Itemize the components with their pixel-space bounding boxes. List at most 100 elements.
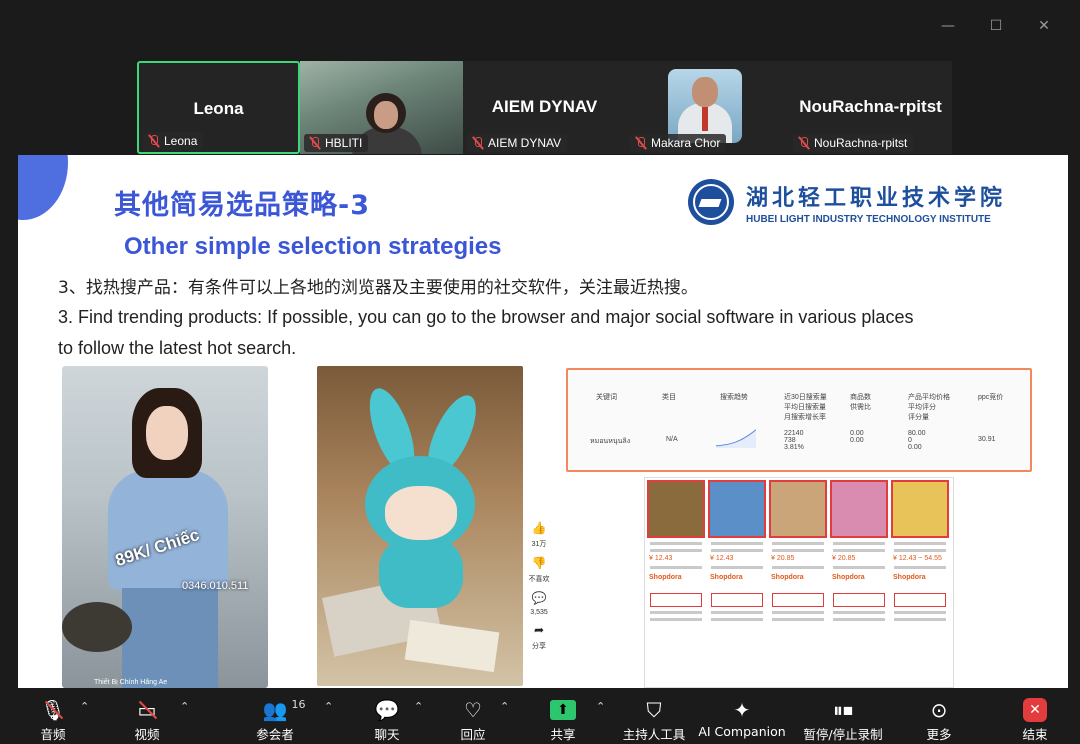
audio-options-caret[interactable]: ⌃ xyxy=(80,700,89,713)
video-person-face xyxy=(374,101,398,129)
dislike-label: 不喜欢 xyxy=(528,576,550,583)
pause-stop-icon: ⏸⏹ xyxy=(833,698,853,722)
participant-tile-makara[interactable]: Makara Chor xyxy=(626,61,789,154)
participants-count: 16 xyxy=(291,698,306,711)
product-card: ¥ 12.43 Shopdora xyxy=(708,480,766,687)
chat-options-caret[interactable]: ⌃ xyxy=(414,700,423,713)
participants-icon: 👥 16 xyxy=(262,698,306,722)
avatar xyxy=(668,69,742,143)
product-brand: Shopdora xyxy=(832,574,865,581)
record-label: 暂停/停止录制 xyxy=(803,727,883,742)
product-brand: Shopdora xyxy=(649,574,682,581)
participant-tile-nourachna[interactable]: NouRachna-rpitst NouRachna-rpitst xyxy=(789,61,952,154)
ai-companion-label: AI Companion xyxy=(698,724,786,739)
sparkle-icon: ✦ xyxy=(733,698,751,722)
participant-tile-hbliti[interactable]: HBLITI xyxy=(300,61,463,154)
participant-label: Makara Chor xyxy=(630,134,727,152)
participant-name: NouRachna-rpitst xyxy=(814,136,908,150)
mic-muted-icon xyxy=(471,136,484,150)
table-header: ppc竞价 xyxy=(978,394,1004,401)
participants-button[interactable]: 👥 16 参会者 xyxy=(252,688,306,744)
heart-icon: ♡ xyxy=(464,698,482,722)
slide-title-en: Other simple selection strategies xyxy=(124,233,502,260)
share-label: 共享 xyxy=(550,727,576,742)
end-meeting-icon: ✕ xyxy=(1023,698,1047,722)
minimize-button[interactable]: — xyxy=(924,14,972,38)
video-button[interactable]: ▭ 视频 xyxy=(124,688,170,744)
product-price: ¥ 12.43 xyxy=(710,555,734,562)
product-brand: Shopdora xyxy=(893,574,926,581)
participant-big-name: AIEM DYNAV xyxy=(491,97,598,116)
slide-title-cn: 其他简易选品策略-3 xyxy=(114,190,370,221)
chat-bubble-icon: 💬 xyxy=(374,698,400,722)
close-window-button[interactable]: ✕ xyxy=(1020,14,1068,38)
table-header: 关键词 xyxy=(596,394,617,401)
host-tools-button[interactable]: ⛉ 主持人工具 xyxy=(620,688,688,744)
record-button[interactable]: ⏸⏹ 暂停/停止录制 xyxy=(796,688,890,744)
phone-number-overlay: 0346.010.511 xyxy=(182,580,249,592)
participant-tile-leona[interactable]: Leona Leona xyxy=(137,61,300,154)
end-label: 结束 xyxy=(1022,727,1048,742)
react-label: 回应 xyxy=(460,727,486,742)
share-video-label: 分享 xyxy=(532,643,546,650)
logo-text-en: HUBEI LIGHT INDUSTRY TECHNOLOGY INSTITUT… xyxy=(746,213,991,225)
table-header: 近30日搜索量 平均日搜索量 月搜索增长率 xyxy=(784,394,827,421)
microphone-muted-icon: 🎙 xyxy=(40,696,65,724)
like-icon: 👍 xyxy=(531,521,547,535)
keyword-table-screenshot: 关键词 类目 搜索趋势 近30日搜索量 平均日搜索量 月搜索增长率 商品数 供需… xyxy=(566,368,1032,472)
trend-sparkline xyxy=(716,429,756,448)
table-cell: 80.00 0 0.00 xyxy=(908,430,926,451)
logo-text-cn: 湖北轻工职业技术学院 xyxy=(746,184,1007,211)
product-card: ¥ 20.85 Shopdora xyxy=(769,480,827,687)
product-listing-screenshot: ¥ 12.43 Shopdora ¥ 12.43 Shopdora ¥ 20.8… xyxy=(644,477,954,688)
participant-name: HBLITI xyxy=(325,136,363,150)
mic-muted-icon xyxy=(797,136,810,150)
slide-photo-woman-cooking: 89K/ Chiếc 0346.010.511 Thiết Bị Chính H… xyxy=(62,366,268,688)
product-brand: Shopdora xyxy=(710,574,743,581)
participant-label: NouRachna-rpitst xyxy=(793,134,914,152)
participants-label: 参会者 xyxy=(256,727,294,742)
table-header: 商品数 供需比 xyxy=(850,394,871,411)
slide-body-cn: 3、找热搜产品：有条件可以上各地的浏览器及主要使用的社交软件，关注最近热搜。 xyxy=(58,278,698,298)
maximize-button[interactable]: ☐ xyxy=(972,14,1020,38)
table-header: 搜索趋势 xyxy=(720,394,748,401)
camera-off-icon: ▭ xyxy=(138,696,158,724)
participant-label: Leona xyxy=(143,132,204,150)
slide-corner-decoration xyxy=(18,155,68,220)
meeting-toolbar: 🎙 音频 ⌃ ▭ 视频 ⌃ 👥16 参会者 ⌃ 💬 聊天 ⌃ ♡ 回应 ⌃ ⬆ … xyxy=(0,688,1080,744)
share-button[interactable]: ⬆ 共享 xyxy=(540,688,586,744)
video-side-actions: 👍 31万 👎 不喜欢 💬 3,535 ➦ 分享 xyxy=(528,521,550,651)
shared-slide: 其他简易选品策略-3 Other simple selection strate… xyxy=(18,155,1068,688)
participant-name: Makara Chor xyxy=(651,136,721,150)
participant-name: Leona xyxy=(164,134,198,148)
participant-tile-aiem[interactable]: AIEM DYNAV AIEM DYNAV xyxy=(463,61,626,154)
chat-button[interactable]: 💬 聊天 xyxy=(364,688,410,744)
audio-button[interactable]: 🎙 音频 xyxy=(30,688,76,744)
participants-options-caret[interactable]: ⌃ xyxy=(324,700,333,713)
react-button[interactable]: ♡ 回应 xyxy=(450,688,496,744)
video-options-caret[interactable]: ⌃ xyxy=(180,700,189,713)
slide-photo-plush-toy xyxy=(317,366,523,686)
table-header: 产品平均价格 平均评分 评分量 xyxy=(908,394,950,421)
mic-muted-icon xyxy=(308,136,321,150)
video-label: 视频 xyxy=(134,727,160,742)
institute-logo: 湖北轻工职业技术学院 HUBEI LIGHT INDUSTRY TECHNOLO… xyxy=(688,179,1006,225)
share-screen-icon: ⬆ xyxy=(550,700,576,720)
more-button[interactable]: ⊙ 更多 xyxy=(916,688,962,744)
product-card: ¥ 20.85 Shopdora xyxy=(830,480,888,687)
ai-companion-button[interactable]: ✦ AI Companion xyxy=(698,688,786,744)
dislike-icon: 👎 xyxy=(531,556,547,570)
participant-big-name: Leona xyxy=(193,99,244,118)
participant-gallery: Leona Leona HBLITI AIEM DYNAV AIEM DYNAV xyxy=(137,61,952,154)
end-button[interactable]: ✕ 结束 xyxy=(1012,688,1058,744)
table-cell: 30.91 xyxy=(978,436,996,443)
table-cell: 0.00 0.00 xyxy=(850,430,864,444)
product-card: ¥ 12.43 ~ 54.55 Shopdora xyxy=(891,480,949,687)
product-card: ¥ 12.43 Shopdora xyxy=(647,480,705,687)
share-options-caret[interactable]: ⌃ xyxy=(596,700,605,713)
shop-name-overlay: Thiết Bị Chính Hãng Ae xyxy=(94,679,168,686)
audio-label: 音频 xyxy=(40,727,66,742)
product-brand: Shopdora xyxy=(771,574,804,581)
participant-label: HBLITI xyxy=(304,134,369,152)
react-options-caret[interactable]: ⌃ xyxy=(500,700,509,713)
